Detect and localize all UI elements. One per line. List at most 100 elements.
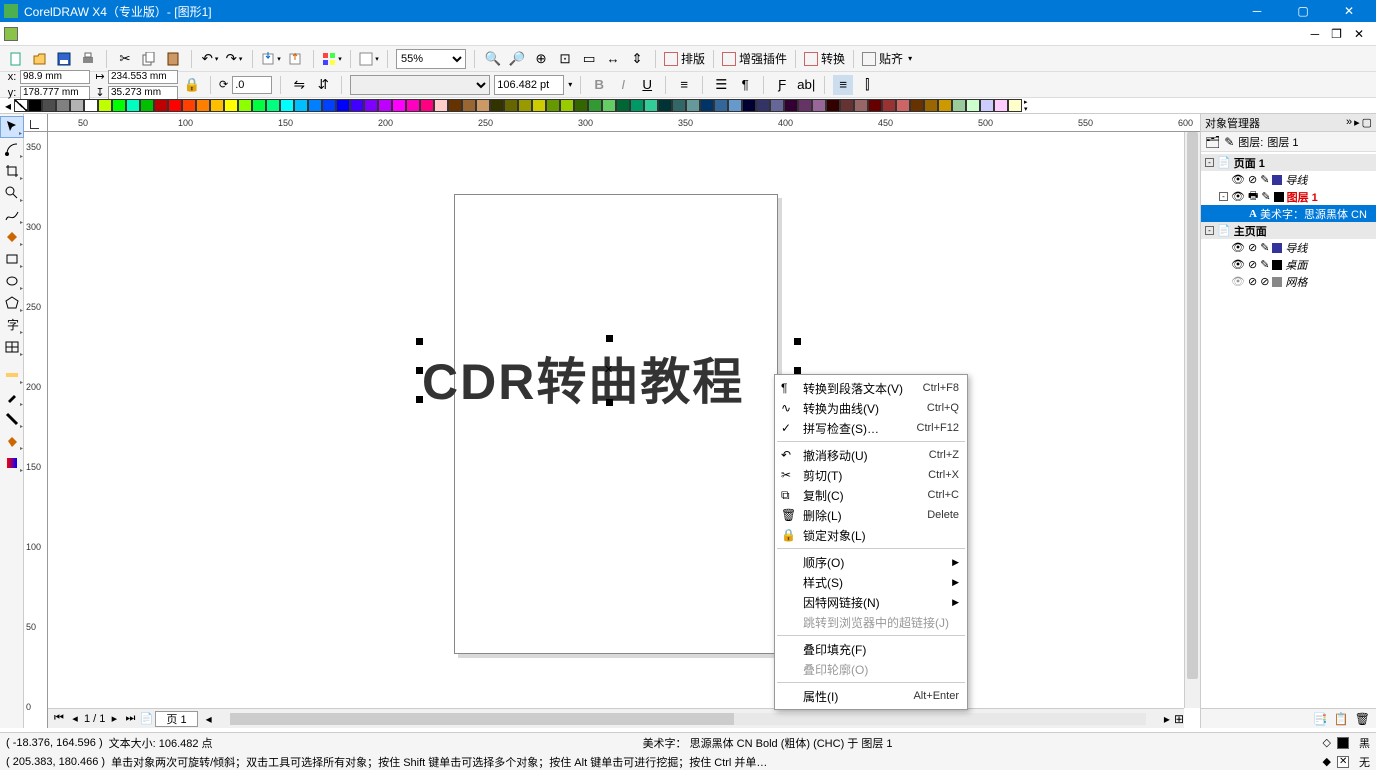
color-swatch[interactable]: [238, 99, 252, 112]
close-button[interactable]: ✕: [1326, 0, 1372, 22]
color-swatch[interactable]: [490, 99, 504, 112]
color-swatch[interactable]: [924, 99, 938, 112]
color-swatch[interactable]: [994, 99, 1008, 112]
color-swatch[interactable]: [210, 99, 224, 112]
zoom-out-button[interactable]: 🔎: [507, 49, 527, 69]
font-size-input[interactable]: [494, 75, 564, 95]
context-menu-item[interactable]: 样式(S)▶: [775, 572, 967, 592]
layer-mode-icon[interactable]: 🗂: [1205, 135, 1220, 149]
open-button[interactable]: [30, 49, 50, 69]
artistic-text-object[interactable]: CDR转曲教程: [422, 342, 744, 414]
color-swatch[interactable]: [630, 99, 644, 112]
color-swatch[interactable]: [672, 99, 686, 112]
color-swatch[interactable]: [938, 99, 952, 112]
color-swatch[interactable]: [196, 99, 210, 112]
tree-guides[interactable]: 导线: [1285, 172, 1307, 188]
shape-tool[interactable]: [0, 138, 24, 160]
ellipse-tool[interactable]: [0, 270, 24, 292]
color-swatch[interactable]: [364, 99, 378, 112]
color-swatch[interactable]: [42, 99, 56, 112]
zoom-height-button[interactable]: ⇕: [627, 49, 647, 69]
color-swatch[interactable]: [378, 99, 392, 112]
height-input[interactable]: [108, 86, 178, 100]
convert-dropdown[interactable]: 转换: [804, 50, 845, 67]
edit-icon[interactable]: ✎: [1261, 190, 1270, 203]
color-swatch[interactable]: [140, 99, 154, 112]
print-button[interactable]: [78, 49, 98, 69]
expand-layer1[interactable]: -: [1219, 192, 1228, 201]
save-button[interactable]: [54, 49, 74, 69]
lock-ratio-button[interactable]: 🔒: [182, 75, 202, 95]
selection-handle-bl[interactable]: [416, 396, 423, 403]
angle-input[interactable]: [232, 76, 272, 94]
eye-icon[interactable]: 👁: [1231, 258, 1245, 271]
eyedropper-tool[interactable]: [0, 386, 24, 408]
mdi-restore[interactable]: ❐: [1331, 27, 1342, 41]
color-swatch[interactable]: [868, 99, 882, 112]
context-menu-item[interactable]: 属性(I)Alt+Enter: [775, 686, 967, 706]
color-swatch[interactable]: [294, 99, 308, 112]
tree-master-guides[interactable]: 导线: [1285, 240, 1307, 256]
y-input[interactable]: [20, 86, 90, 100]
bold-button[interactable]: B: [589, 75, 609, 95]
context-menu-item[interactable]: 因特网链接(N)▶: [775, 592, 967, 612]
hscroll-right[interactable]: ▸: [1164, 712, 1170, 726]
context-menu-item[interactable]: 🔒锁定对象(L): [775, 525, 967, 545]
zoom-tool[interactable]: [0, 182, 24, 204]
context-menu-item[interactable]: ∿转换为曲线(V)Ctrl+Q: [775, 398, 967, 418]
app-launcher-button[interactable]: [322, 49, 342, 69]
outline-color-preview[interactable]: [1337, 756, 1349, 768]
context-menu-item[interactable]: ¶转换到段落文本(V)Ctrl+F8: [775, 378, 967, 398]
italic-button[interactable]: I: [613, 75, 633, 95]
selection-handle-ml[interactable]: [416, 367, 423, 374]
tree-desktop[interactable]: 桌面: [1285, 257, 1307, 273]
mdi-minimize[interactable]: ─: [1311, 27, 1320, 41]
maximize-button[interactable]: ▢: [1280, 0, 1326, 22]
mirror-h-button[interactable]: ⇋: [289, 75, 309, 95]
color-swatch[interactable]: [322, 99, 336, 112]
page-prev[interactable]: ◂: [68, 712, 82, 726]
color-swatch[interactable]: [728, 99, 742, 112]
interactive-tool[interactable]: [0, 364, 24, 386]
selection-handle-tl[interactable]: [416, 338, 423, 345]
print-icon[interactable]: ⊘: [1248, 173, 1257, 186]
align-button[interactable]: ≡: [674, 75, 694, 95]
zoom-in-button[interactable]: 🔍: [483, 49, 503, 69]
context-menu-item[interactable]: 叠印填充(F): [775, 639, 967, 659]
print-icon[interactable]: 🖶: [1248, 187, 1258, 206]
mirror-v-button[interactable]: ⇵: [313, 75, 333, 95]
color-swatch[interactable]: [70, 99, 84, 112]
color-swatch[interactable]: [462, 99, 476, 112]
color-swatch[interactable]: [504, 99, 518, 112]
selection-handle-mr[interactable]: [794, 367, 801, 374]
font-family-select[interactable]: [350, 75, 490, 95]
horizontal-ruler[interactable]: 5010015020025030035040045050055060065070…: [48, 114, 1200, 132]
char-format-button[interactable]: Ƒ: [772, 75, 792, 95]
color-swatch[interactable]: [658, 99, 672, 112]
print-icon[interactable]: ⊘: [1248, 275, 1257, 288]
color-swatch[interactable]: [700, 99, 714, 112]
color-swatch[interactable]: [966, 99, 980, 112]
page-last[interactable]: ⏭: [123, 712, 137, 726]
eye-icon[interactable]: 👁: [1231, 275, 1245, 288]
color-swatch[interactable]: [28, 99, 42, 112]
layout-dropdown[interactable]: 排版: [664, 50, 705, 67]
snap-dropdown[interactable]: 贴齐▾: [862, 50, 912, 67]
hscroll-left[interactable]: ◂: [206, 712, 212, 726]
pick-tool[interactable]: [0, 116, 24, 138]
zoom-selection-button[interactable]: ⊕: [531, 49, 551, 69]
zoom-page-button[interactable]: ▭: [579, 49, 599, 69]
tree-layer1[interactable]: 图层 1: [1287, 189, 1318, 205]
color-swatch[interactable]: [126, 99, 140, 112]
outline-swatch-icon[interactable]: ◆: [1323, 755, 1331, 768]
ruler-origin[interactable]: [24, 114, 48, 132]
color-swatch[interactable]: [434, 99, 448, 112]
no-color-swatch[interactable]: [14, 99, 28, 112]
page-first[interactable]: ⏮: [52, 712, 66, 726]
color-swatch[interactable]: [546, 99, 560, 112]
dropcap-button[interactable]: ¶: [735, 75, 755, 95]
color-swatch[interactable]: [882, 99, 896, 112]
color-swatch[interactable]: [84, 99, 98, 112]
delete-layer-icon[interactable]: 🗑: [1355, 712, 1370, 726]
palette-left-arrow[interactable]: ◂: [2, 99, 14, 113]
